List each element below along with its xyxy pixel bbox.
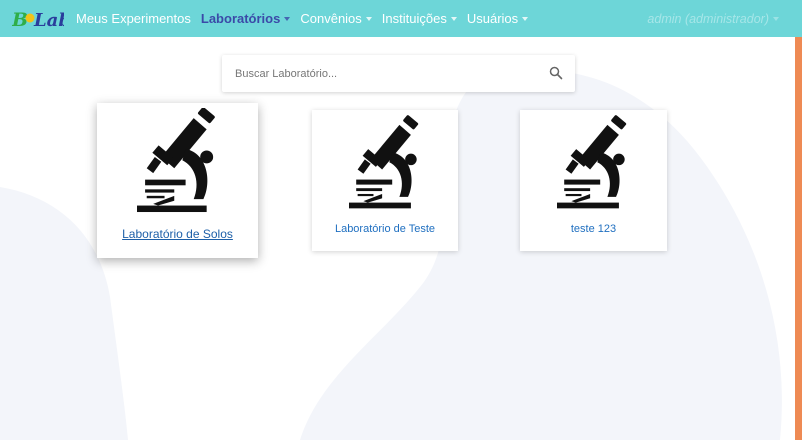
chevron-down-icon	[284, 16, 291, 21]
chevron-down-icon	[522, 16, 529, 21]
chevron-down-icon	[450, 16, 457, 21]
lab-card[interactable]: teste 123	[520, 110, 667, 251]
lab-card[interactable]: Laboratório de Solos	[97, 103, 258, 258]
microscope-icon	[349, 115, 419, 209]
scroll-edge	[795, 37, 802, 440]
lab-card-link[interactable]: teste 123	[520, 223, 667, 235]
nav-usuarios[interactable]: Usuários	[467, 11, 529, 26]
nav-convenios[interactable]: Convênios	[300, 11, 372, 26]
lab-card-link[interactable]: Laboratório de Teste	[312, 223, 458, 235]
svg-text:B: B	[12, 9, 28, 31]
lab-card[interactable]: Laboratório de Teste	[312, 110, 458, 251]
svg-text:Lab: Lab	[33, 10, 64, 31]
navbar-edge	[795, 0, 802, 37]
chevron-down-icon	[365, 16, 372, 21]
nav-laboratorios[interactable]: Laboratórios	[201, 11, 291, 26]
search-input[interactable]	[233, 66, 537, 81]
brand-logo[interactable]: B Lab	[12, 4, 64, 34]
navbar: B Lab Meus Experimentos Laboratórios Con…	[0, 0, 795, 37]
search-bar	[222, 55, 575, 92]
microscope-icon	[137, 108, 215, 213]
nav-meus-experimentos[interactable]: Meus Experimentos	[76, 11, 191, 26]
nav-instituicoes[interactable]: Instituições	[382, 11, 457, 26]
microscope-icon	[557, 115, 627, 209]
chevron-down-icon	[773, 16, 779, 21]
search-icon[interactable]	[549, 66, 563, 80]
user-menu[interactable]: admin (administrador)	[647, 0, 779, 37]
lab-card-link[interactable]: Laboratório de Solos	[97, 227, 258, 241]
